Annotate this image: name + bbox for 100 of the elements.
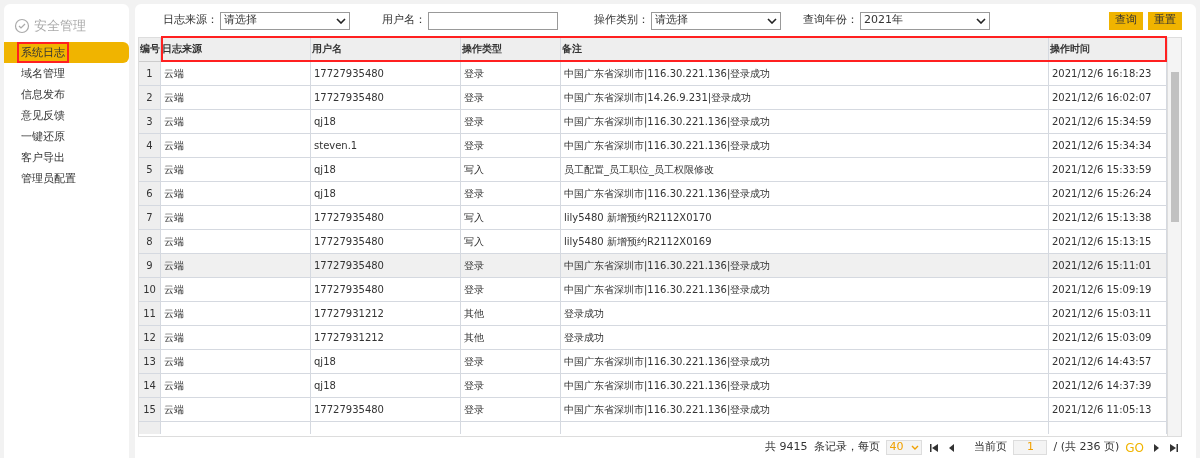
table-cell: 其他: [461, 302, 561, 325]
table-cell: 登录成功: [561, 326, 1049, 349]
table-cell: 17727935480: [311, 254, 461, 277]
table-cell: 中国广东省深圳市|116.30.221.136|登录成功: [561, 398, 1049, 421]
table-cell: 中国广东省深圳市|116.30.221.136|登录成功: [561, 62, 1049, 85]
table-cell: 登录: [461, 254, 561, 277]
sidebar-item[interactable]: 管理员配置: [4, 167, 129, 189]
shield-check-icon: [14, 17, 30, 34]
filter-label: 操作类别：: [594, 12, 649, 29]
sidebar-item[interactable]: 信息发布: [4, 83, 129, 105]
table-row[interactable]: 3 云端 qj18 登录 中国广东省深圳市|116.30.221.136|登录成功 2021/12/6 15:34:59: [139, 110, 1167, 134]
sidebar-title: 安全管理: [34, 17, 86, 35]
sidebar-item[interactable]: 一键还原: [4, 125, 129, 147]
table-cell: 17727935480: [311, 86, 461, 109]
table-cell: 1: [139, 62, 161, 85]
table-cell: 登录: [461, 134, 561, 157]
table-row[interactable]: 14 云端 qj18 登录 中国广东省深圳市|116.30.221.136|登录成功 2021/12/6 14:37:39: [139, 374, 1167, 398]
table-cell: qj18: [311, 374, 461, 397]
filter-select[interactable]: 请选择: [651, 11, 781, 30]
table-cell: 登录: [461, 86, 561, 109]
table-cell: 中国广东省深圳市|14.26.9.231|登录成功: [561, 86, 1049, 109]
table-row[interactable]: 4 云端 steven.1 登录 中国广东省深圳市|116.30.221.136|登录成功 2021/12/6 15:34:34: [139, 134, 1167, 158]
sidebar-label: 域名管理: [20, 65, 66, 82]
table-cell: 其他: [461, 326, 561, 349]
table-cell: 登录: [461, 110, 561, 133]
scrollbar[interactable]: [1167, 38, 1181, 436]
table-cell: 中国广东省深圳市|116.30.221.136|登录成功: [561, 374, 1049, 397]
table-cell: 17727931212: [311, 326, 461, 349]
sidebar-item[interactable]: 意见反馈: [4, 104, 129, 126]
table-cell: 10: [139, 278, 161, 301]
table-cell: 写入: [461, 158, 561, 181]
table-cell: 中国广东省深圳市|116.30.221.136|登录成功: [561, 350, 1049, 373]
table-row[interactable]: 2 云端 17727935480 登录 中国广东省深圳市|14.26.9.231|登录成功 2021/12/6 16:02:07: [139, 86, 1167, 110]
table-row[interactable]: 13 云端 qj18 登录 中国广东省深圳市|116.30.221.136|登录成功 2021/12/6 14:43:57: [139, 350, 1167, 374]
page-total: / (共 236 页): [1053, 439, 1120, 456]
table-cell: 登录: [461, 182, 561, 205]
table-cell: lily5480 新增预约R2112X0169: [561, 230, 1049, 253]
table-cell: 中国广东省深圳市|116.30.221.136|登录成功: [561, 110, 1049, 133]
table-cell: 员工配置_员工职位_员工权限修改: [561, 158, 1049, 181]
first-page-icon[interactable]: [928, 441, 941, 454]
table-cell: 17727931212: [311, 302, 461, 325]
sidebar-label: 客户导出: [20, 149, 66, 166]
table-cell: 13: [139, 350, 161, 373]
last-page-icon[interactable]: [1168, 441, 1180, 454]
table-cell: qj18: [311, 350, 461, 373]
table-cell: qj18: [311, 110, 461, 133]
sidebar-item[interactable]: 系统日志: [4, 41, 129, 63]
table-row[interactable]: 7 云端 17727935480 写入 lily5480 新增预约R2112X0170 2021/12/6 15:13:38: [139, 206, 1167, 230]
table-cell: 云端: [161, 326, 311, 349]
sidebar-label: 管理员配置: [20, 170, 77, 187]
table-cell: 云端: [161, 230, 311, 253]
action-button[interactable]: 重置: [1148, 11, 1182, 30]
table-cell: 云端: [161, 110, 311, 133]
table-cell: 6: [139, 182, 161, 205]
filter-label: 日志来源：: [163, 12, 218, 29]
table-cell: 3: [139, 110, 161, 133]
table-cell: 云端: [161, 182, 311, 205]
filter-input[interactable]: [428, 11, 558, 30]
table-cell: 云端: [161, 302, 311, 325]
column-header: 备注: [561, 38, 1049, 61]
table-cell: 2: [139, 86, 161, 109]
sidebar-item[interactable]: 客户导出: [4, 146, 129, 168]
table-cell: 写入: [461, 230, 561, 253]
table-cell: 云端: [161, 398, 311, 421]
table-row[interactable]: 11 云端 17727931212 其他 登录成功 2021/12/6 15:03:11: [139, 302, 1167, 326]
table-row[interactable]: 9 云端 17727935480 登录 中国广东省深圳市|116.30.221.136|登录成功 2021/12/6 15:11:01: [139, 254, 1167, 278]
table-cell: 15: [139, 398, 161, 421]
column-header: 日志来源: [161, 38, 311, 61]
table-cell: 17727935480: [311, 398, 461, 421]
table-cell: steven.1: [311, 134, 461, 157]
annotation-box: 系统日志: [17, 41, 69, 63]
table-row[interactable]: 15 云端 17727935480 登录 中国广东省深圳市|116.30.221.136|登录成功 2021/12/6 11:05:13: [139, 398, 1167, 422]
table-cell: 17727935480: [311, 278, 461, 301]
table-row[interactable]: 12 云端 17727931212 其他 登录成功 2021/12/6 15:03:09: [139, 326, 1167, 350]
table-cell: qj18: [311, 158, 461, 181]
record-summary: 共 9415 条记录，每页: [765, 439, 881, 456]
table-cell: 云端: [161, 86, 311, 109]
table-cell: 写入: [461, 206, 561, 229]
table-cell: 云端: [161, 134, 311, 157]
table-cell: 中国广东省深圳市|116.30.221.136|登录成功: [561, 254, 1049, 277]
table-cell: 登录: [461, 350, 561, 373]
sidebar-item[interactable]: 域名管理: [4, 62, 129, 84]
column-header: 编号: [139, 38, 161, 61]
current-page-label: 当前页: [974, 439, 1008, 456]
table-cell: 登录: [461, 374, 561, 397]
action-button[interactable]: 查询: [1109, 11, 1143, 30]
table-cell: 登录: [461, 398, 561, 421]
table-row[interactable]: 6 云端 qj18 登录 中国广东省深圳市|116.30.221.136|登录成功 2021/12/6 15:26:24: [139, 182, 1167, 206]
sidebar-label: 信息发布: [20, 86, 66, 103]
table-row[interactable]: 5 云端 qj18 写入 员工配置_员工职位_员工权限修改 2021/12/6 15:33:59: [139, 158, 1167, 182]
table-cell: lily5480 新增预约R2112X0170: [561, 206, 1049, 229]
table-cell: 4: [139, 134, 161, 157]
table-row[interactable]: 10 云端 17727935480 登录 中国广东省深圳市|116.30.221.136|登录成功 2021/12/6 15:09:19: [139, 278, 1167, 302]
filter-select[interactable]: 请选择: [220, 11, 350, 30]
table-row[interactable]: 8 云端 17727935480 写入 lily5480 新增预约R2112X0169 2021/12/6 15:13:15: [139, 230, 1167, 254]
filter-select[interactable]: 2021年: [860, 11, 990, 30]
column-header: 用户名: [311, 38, 461, 61]
table-cell: 云端: [161, 62, 311, 85]
table-cell: 17727935480: [311, 62, 461, 85]
table-row[interactable]: 1 云端 17727935480 登录 中国广东省深圳市|116.30.221.136|登录成功 2021/12/6 16:18:23: [139, 62, 1167, 86]
